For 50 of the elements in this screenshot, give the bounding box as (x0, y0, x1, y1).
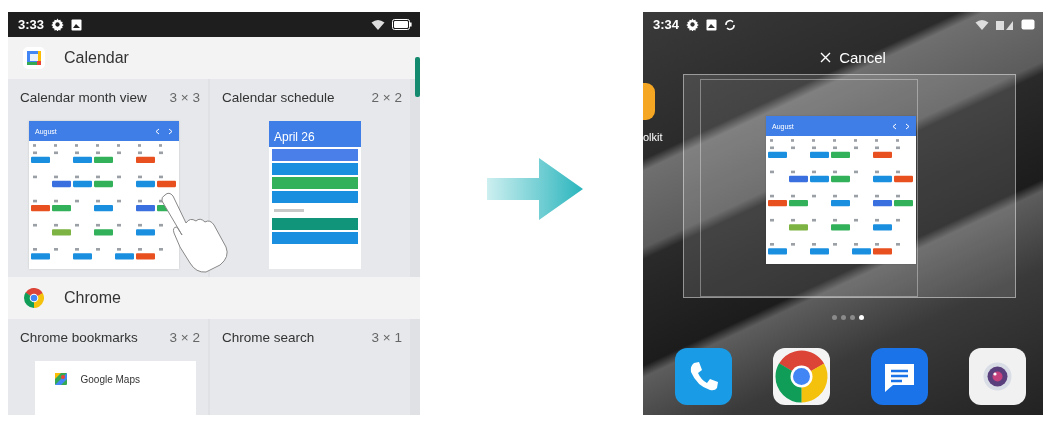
page-indicator-dot[interactable] (832, 315, 837, 320)
widget-size: 3 × 2 (169, 330, 200, 345)
widget-size: 2 × 2 (371, 90, 402, 105)
widget-size: 3 × 3 (169, 90, 200, 105)
camera-icon[interactable] (969, 348, 1026, 405)
app-label[interactable]: olkit (643, 131, 663, 143)
page-indicator-dot[interactable] (850, 315, 855, 320)
page-indicator-dot[interactable] (841, 315, 846, 320)
phone-icon[interactable] (675, 348, 732, 405)
chrome-icon (24, 288, 44, 308)
wifi-icon (975, 18, 989, 31)
chevron-right-icon[interactable] (168, 127, 173, 135)
app-icon[interactable] (643, 83, 655, 120)
signal-icon (996, 19, 1014, 30)
bookmark-title[interactable]: Google Maps (80, 373, 140, 385)
cancel-button[interactable]: Cancel (820, 47, 886, 67)
widget-name: Calendar month view (20, 90, 147, 105)
settings-icon (51, 18, 65, 31)
page-indicator-dot[interactable] (859, 315, 864, 320)
hand-pointer-icon (160, 191, 230, 273)
chrome-icon[interactable] (773, 348, 830, 405)
widget-name: Chrome search (222, 330, 315, 345)
map-icon (54, 373, 67, 385)
app-header[interactable]: Calendar (8, 37, 420, 79)
messages-icon[interactable] (871, 348, 928, 405)
app-name: Calendar (64, 49, 129, 67)
chevron-left-icon[interactable] (155, 127, 160, 135)
chevron-right-icon[interactable] (905, 122, 910, 130)
app-header[interactable]: Chrome (8, 277, 420, 319)
app-name: Chrome (64, 289, 121, 307)
schedule-day-divider (274, 209, 304, 212)
calendar-icon (22, 46, 46, 70)
widget-preview[interactable]: Google Maps (34, 361, 196, 415)
settings-icon (686, 18, 700, 31)
chevron-left-icon[interactable] (892, 122, 897, 130)
scroll-indicator (415, 57, 420, 97)
arrow-right-icon (487, 158, 583, 220)
wifi-icon (371, 18, 385, 31)
sync-icon (724, 18, 737, 31)
widget-name: Calendar schedule (222, 90, 335, 105)
widget-name: Chrome bookmarks (20, 330, 138, 345)
status-time: 3:33 (18, 17, 45, 32)
close-icon (820, 51, 832, 63)
battery-icon (1021, 19, 1035, 30)
widget-size: 3 × 1 (371, 330, 402, 345)
battery-icon (392, 19, 412, 30)
status-time: 3:34 (653, 17, 680, 32)
image-icon (71, 18, 83, 31)
schedule-date: April 26 (274, 129, 316, 144)
image-icon (706, 18, 718, 31)
